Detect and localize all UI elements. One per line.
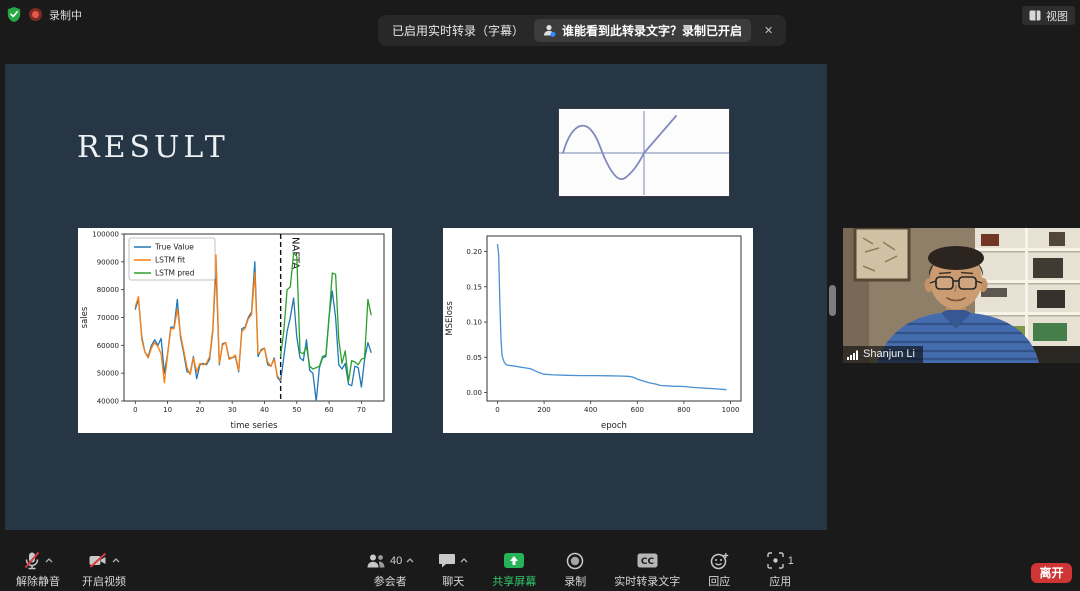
sine-sketch-curve xyxy=(563,116,676,179)
chevron-up-icon[interactable] xyxy=(406,558,414,563)
live-transcript-button[interactable]: CC 实时转录文字 xyxy=(614,550,680,589)
svg-text:0: 0 xyxy=(133,406,137,414)
chevron-up-icon[interactable] xyxy=(112,558,120,563)
chat-bubble-icon xyxy=(438,552,456,569)
transcription-notice: 已启用实时转录（字幕） 谁能看到此转录文字？录制已开启 ✕ xyxy=(378,15,786,46)
scrollbar-thumb[interactable] xyxy=(829,285,836,316)
microphone-muted-icon xyxy=(23,551,41,570)
apps-badge: 1 xyxy=(788,555,794,567)
mse-loss-chart-box: 0.00 0.05 0.10 0.15 0.20 0 200 400 600 800 1000 epo… xyxy=(443,228,753,433)
svg-text:MSEloss: MSEloss xyxy=(445,301,455,336)
share-screen-label: 共享屏幕 xyxy=(492,573,536,589)
audio-level-icon xyxy=(847,349,859,360)
person-icon xyxy=(543,24,556,37)
svg-text:40000: 40000 xyxy=(97,398,119,406)
svg-text:0.00: 0.00 xyxy=(466,389,482,397)
svg-text:70: 70 xyxy=(357,406,366,414)
participants-button[interactable]: 40 参会者 xyxy=(366,550,414,589)
shared-slide: RESULT 400005000060000700008000090000100… xyxy=(5,64,827,530)
participant-name: Shanjun Li xyxy=(863,348,915,360)
participant-name-tag: Shanjun Li xyxy=(843,346,923,363)
recording-status-label: 录制中 xyxy=(49,7,82,23)
svg-text:40: 40 xyxy=(260,406,269,414)
layout-view-icon xyxy=(1029,10,1041,21)
svg-text:100000: 100000 xyxy=(92,231,119,239)
svg-text:time series: time series xyxy=(230,421,278,431)
transcription-prompt-pill[interactable]: 谁能看到此转录文字？录制已开启 xyxy=(534,19,751,42)
participants-count: 40 xyxy=(390,555,402,567)
chevron-up-icon[interactable] xyxy=(460,558,468,563)
sine-sketch-chart xyxy=(559,109,729,196)
start-video-label: 开启视频 xyxy=(82,573,126,589)
svg-text:True Value: True Value xyxy=(154,243,194,252)
svg-text:LSTM pred: LSTM pred xyxy=(155,269,195,278)
svg-text:0.05: 0.05 xyxy=(466,354,482,362)
reactions-label: 回应 xyxy=(708,573,730,589)
share-screen-icon xyxy=(503,552,525,569)
participant-video-tile[interactable]: Shanjun Li xyxy=(843,228,1080,363)
transcription-prompt-label: 谁能看到此转录文字？录制已开启 xyxy=(562,22,742,39)
slide-title: RESULT xyxy=(77,130,229,165)
svg-text:0: 0 xyxy=(495,406,499,414)
svg-text:70000: 70000 xyxy=(97,314,119,322)
svg-text:0.15: 0.15 xyxy=(466,283,482,291)
reactions-button[interactable]: 回应 xyxy=(697,550,741,589)
chevron-up-icon[interactable] xyxy=(45,558,53,563)
svg-text:50000: 50000 xyxy=(97,370,119,378)
sine-sketch-box xyxy=(558,108,730,197)
participants-label: 参会者 xyxy=(374,573,407,589)
svg-text:60: 60 xyxy=(325,406,334,414)
meeting-toolbar: 解除静音 开启视频 xyxy=(0,548,1080,591)
unmute-label: 解除静音 xyxy=(16,573,60,589)
cc-icon: CC xyxy=(637,553,658,568)
chat-button[interactable]: 聊天 xyxy=(431,550,475,589)
camera-muted-icon xyxy=(88,551,108,570)
svg-text:LSTM fit: LSTM fit xyxy=(155,256,185,265)
security-shield-icon[interactable] xyxy=(6,6,22,23)
svg-text:NAFTA: NAFTA xyxy=(290,237,301,269)
svg-text:epoch: epoch xyxy=(601,421,627,431)
svg-text:1000: 1000 xyxy=(722,406,740,414)
sales-forecast-chart-box: 40000 50000 60000 70000 80000 90000 100000 0 10 2… xyxy=(78,228,392,433)
view-button[interactable]: 视图 xyxy=(1022,6,1075,25)
record-button[interactable]: 录制 xyxy=(553,550,597,589)
apps-icon xyxy=(767,552,784,569)
svg-text:600: 600 xyxy=(631,406,644,414)
svg-text:20: 20 xyxy=(195,406,204,414)
mse-loss-chart: 0.00 0.05 0.10 0.15 0.20 0 200 400 600 800 1000 epo… xyxy=(443,228,753,433)
unmute-button[interactable]: 解除静音 xyxy=(16,550,60,589)
view-button-label: 视图 xyxy=(1046,8,1068,24)
recording-indicator: 录制中 xyxy=(6,6,82,23)
close-icon[interactable]: ✕ xyxy=(761,24,776,37)
svg-text:400: 400 xyxy=(584,406,597,414)
svg-text:0.20: 0.20 xyxy=(466,248,482,256)
svg-text:800: 800 xyxy=(677,406,690,414)
svg-text:10: 10 xyxy=(163,406,172,414)
leave-button[interactable]: 离开 xyxy=(1031,563,1072,583)
svg-text:sales: sales xyxy=(80,306,90,328)
live-transcript-label: 实时转录文字 xyxy=(614,573,680,589)
svg-text:80000: 80000 xyxy=(97,286,119,294)
svg-text:CC: CC xyxy=(641,557,655,567)
svg-text:90000: 90000 xyxy=(97,258,119,266)
participant-video-scene xyxy=(843,228,1080,363)
participants-icon xyxy=(366,553,386,569)
share-screen-button[interactable]: 共享屏幕 xyxy=(492,550,536,589)
svg-text:60000: 60000 xyxy=(97,342,119,350)
zoom-app-window: 录制中 已启用实时转录（字幕） 谁能看到此转录文字？录制已开启 ✕ 视图 RES… xyxy=(0,0,1080,591)
chat-label: 聊天 xyxy=(442,573,464,589)
apps-label: 应用 xyxy=(769,573,791,589)
apps-button[interactable]: 1 应用 xyxy=(758,550,802,589)
record-label: 录制 xyxy=(564,573,586,589)
transcription-enabled-label: 已启用实时转录（字幕） xyxy=(392,22,524,39)
reactions-smiley-icon xyxy=(710,552,729,570)
record-icon xyxy=(566,552,584,570)
svg-text:200: 200 xyxy=(537,406,550,414)
svg-text:0.10: 0.10 xyxy=(466,319,482,327)
svg-text:30: 30 xyxy=(228,406,237,414)
start-video-button[interactable]: 开启视频 xyxy=(82,550,126,589)
sales-forecast-chart: 40000 50000 60000 70000 80000 90000 100000 0 10 2… xyxy=(78,228,392,433)
svg-text:50: 50 xyxy=(292,406,301,414)
recording-dot-icon xyxy=(29,8,42,21)
